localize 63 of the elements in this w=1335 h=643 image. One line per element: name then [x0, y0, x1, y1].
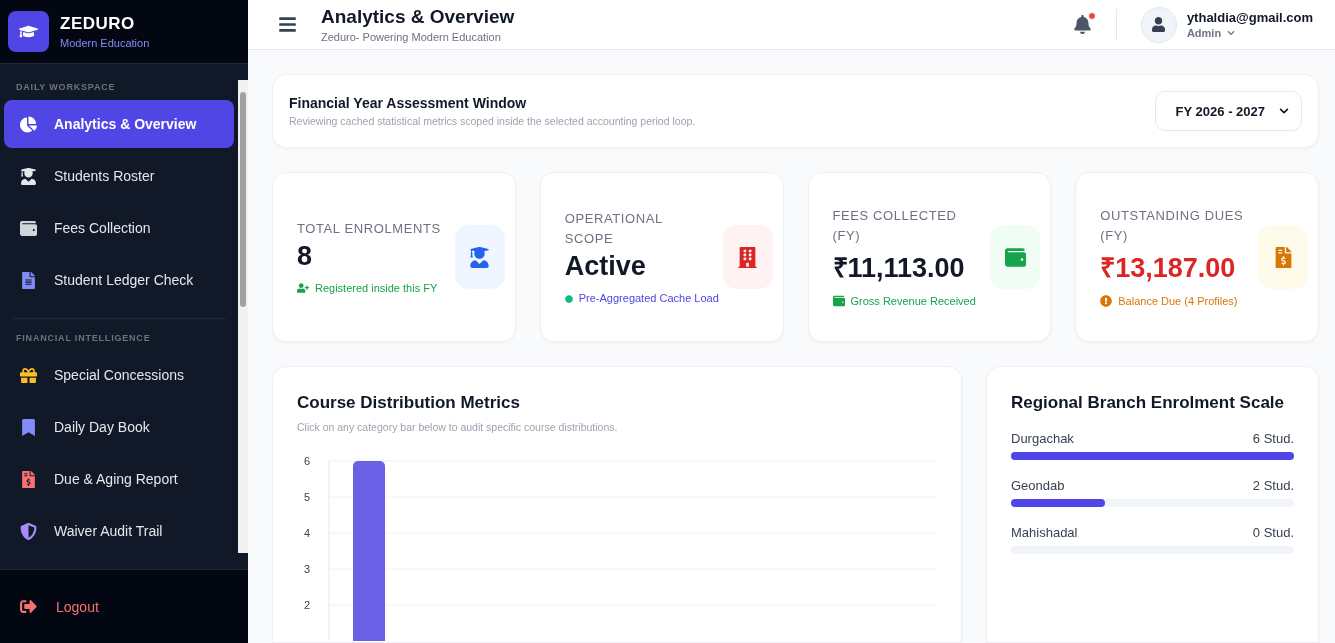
stat-note: Balance Due (4 Profiles) [1118, 293, 1238, 309]
branch-count: 6 Stud. [1252, 431, 1294, 446]
stat-label: FEES COLLECTED (FY) [832, 206, 958, 245]
invoice-icon [1258, 225, 1308, 289]
graduate-icon [454, 225, 505, 289]
chevron-down-icon [1279, 106, 1289, 116]
nav-icon [18, 366, 38, 384]
avatar[interactable] [1140, 6, 1177, 43]
stat-label: OUTSTANDING DUES (FY) [1100, 206, 1245, 245]
menu-icon[interactable] [278, 15, 297, 34]
nav-icon [18, 219, 38, 237]
branch-count: 2 Stud. [1252, 478, 1294, 493]
logout-icon [18, 598, 38, 615]
nav-item[interactable]: Student Ledger Check [4, 256, 234, 304]
axis-label: 2 [303, 599, 311, 611]
nav-item[interactable]: Special Concessions [4, 351, 234, 399]
building-icon [722, 225, 773, 289]
nav-item[interactable]: Students Roster [4, 152, 234, 200]
nav-item[interactable]: Analytics & Overview [4, 100, 234, 148]
branch-name: Mahishadal [1011, 525, 1078, 540]
card-title: Financial Year Assessment Window [289, 95, 528, 111]
stat-value: ₹13,187.00 [1100, 251, 1237, 285]
nav-icon [18, 167, 38, 185]
branch-name: Geondab [1011, 478, 1065, 493]
stat-note: Gross Revenue Received [850, 293, 976, 309]
logout-button[interactable]: Logout [18, 598, 99, 615]
card-title: Course Distribution Metrics [297, 393, 521, 413]
axis-label: 6 [303, 455, 311, 467]
nav-item[interactable]: Daily Day Book [4, 403, 234, 451]
chevron-down-icon [1227, 29, 1236, 37]
brand-name: ZEDURO [60, 14, 136, 34]
branch-count: 0 Stud. [1252, 525, 1294, 540]
nav-item[interactable]: Fees Collection [4, 204, 234, 252]
nav-icon [18, 522, 38, 540]
section-title: FINANCIAL INTELLIGENCE [15, 332, 152, 345]
card-title: Regional Branch Enrolment Scale [1011, 393, 1285, 413]
nav-icon [18, 115, 38, 133]
stat-label: TOTAL ENROLMENTS [297, 219, 441, 238]
axis-label: 4 [303, 527, 311, 539]
axis-label: 3 [303, 563, 311, 575]
alert-icon [1100, 292, 1113, 307]
axis-label: 5 [303, 491, 311, 503]
stat-note: Pre-Aggregated Cache Load [578, 290, 719, 306]
card-description: Reviewing cached statistical metrics scoped inside the selected accounting period loop. [289, 115, 696, 127]
stat-note: Registered inside this FY [315, 280, 438, 296]
stat-value: ₹11,113.00 [832, 251, 966, 285]
nav-item[interactable]: Waiver Audit Trail [4, 507, 234, 555]
wallet-icon [990, 225, 1041, 289]
page-subtitle: Zeduro- Powering Modern Education [321, 31, 502, 43]
page-title: Analytics & Overview [321, 6, 516, 28]
brand-tagline: Modern Education [60, 37, 150, 49]
branch-name: Durgachak [1011, 431, 1074, 446]
card-description: Click on any category bar below to audit specific course distributions. [297, 421, 619, 433]
role-dropdown[interactable]: Admin [1186, 27, 1236, 39]
stat-label: OPERATIONAL SCOPE [564, 209, 664, 248]
stat-value: Active [564, 250, 647, 282]
nav-item[interactable]: Due & Aging Report [4, 455, 234, 503]
graduation-cap-logo-icon [8, 11, 49, 52]
scrollbar[interactable] [238, 80, 248, 553]
user-email: ythaldia@gmail.com [1186, 10, 1313, 25]
stat-value: 8 [297, 240, 314, 272]
section-title: DAILY WORKSPACE [15, 81, 117, 94]
fy-select[interactable]: FY 2026 - 2027 [1154, 91, 1302, 131]
